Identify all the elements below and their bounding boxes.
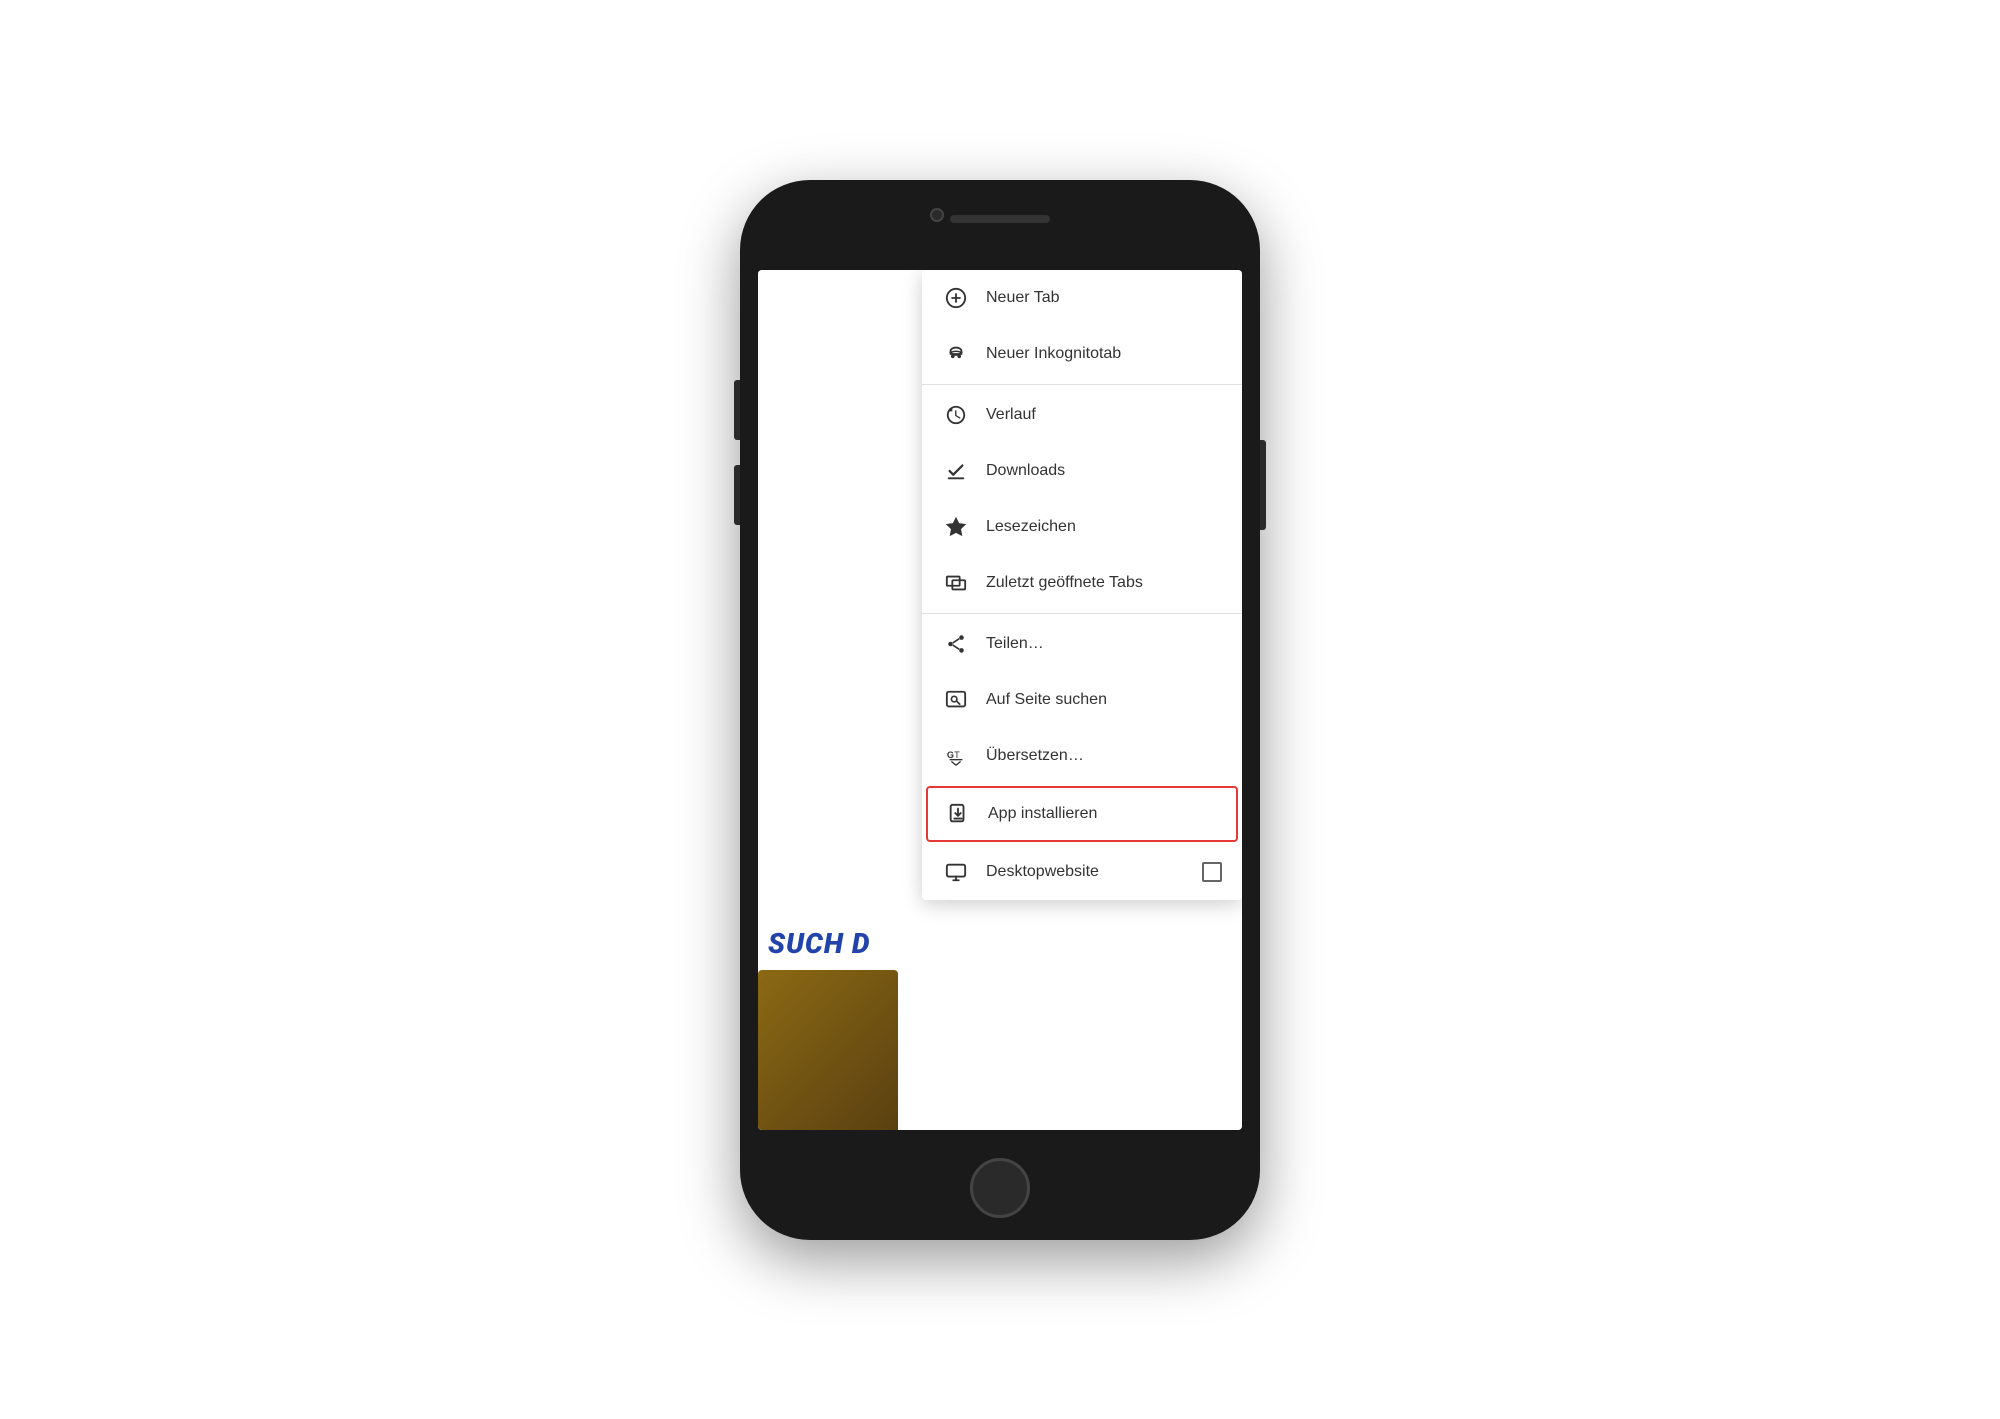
- new-tab-icon: [942, 284, 970, 312]
- translate-icon: G T: [942, 742, 970, 770]
- menu-item-zuletzt-geoeffnete-tabs[interactable]: Zuletzt geöffnete Tabs: [922, 555, 1242, 611]
- divider-2: [922, 613, 1242, 614]
- menu-label-lesezeichen: Lesezeichen: [986, 518, 1076, 536]
- downloads-icon: [942, 457, 970, 485]
- menu-item-verlauf[interactable]: Verlauf: [922, 387, 1242, 443]
- menu-item-downloads[interactable]: Downloads: [922, 443, 1242, 499]
- speaker: [950, 215, 1050, 223]
- camera: [930, 208, 944, 222]
- phone-screen: Noch Abente frei d Such D: [758, 270, 1242, 1130]
- recent-tabs-icon: [942, 569, 970, 597]
- home-button[interactable]: [970, 1158, 1030, 1218]
- page-bg-heading: Such D: [768, 927, 870, 960]
- install-app-icon: [944, 800, 972, 828]
- menu-label-neuer-inkognitotab: Neuer Inkognitotab: [986, 345, 1121, 363]
- menu-label-neuer-tab: Neuer Tab: [986, 289, 1060, 307]
- svg-text:T: T: [954, 749, 960, 759]
- svg-text:G: G: [947, 749, 954, 759]
- volume-up-button: [734, 380, 740, 440]
- menu-item-app-installieren[interactable]: App installieren: [926, 786, 1238, 842]
- page-bg-image: [758, 970, 898, 1130]
- desktopwebsite-checkbox[interactable]: [1202, 862, 1222, 882]
- bookmark-icon: [942, 513, 970, 541]
- desktop-icon: [942, 858, 970, 886]
- phone-scene: Noch Abente frei d Such D: [740, 180, 1260, 1240]
- menu-item-auf-seite-suchen[interactable]: Auf Seite suchen: [922, 672, 1242, 728]
- menu-item-teilen[interactable]: Teilen…: [922, 616, 1242, 672]
- volume-down-button: [734, 465, 740, 525]
- menu-label-desktopwebsite: Desktopwebsite: [986, 863, 1099, 881]
- find-icon: [942, 686, 970, 714]
- menu-item-neuer-tab[interactable]: Neuer Tab: [922, 270, 1242, 326]
- menu-label-app-installieren: App installieren: [988, 805, 1097, 823]
- phone-shell: Noch Abente frei d Such D: [740, 180, 1260, 1240]
- menu-label-uebersetzen: Übersetzen…: [986, 747, 1084, 765]
- menu-item-uebersetzen[interactable]: G T Übersetzen…: [922, 728, 1242, 784]
- share-icon: [942, 630, 970, 658]
- history-icon: [942, 401, 970, 429]
- menu-label-downloads: Downloads: [986, 462, 1065, 480]
- menu-item-neuer-inkognitotab[interactable]: Neuer Inkognitotab: [922, 326, 1242, 382]
- menu-item-lesezeichen[interactable]: Lesezeichen: [922, 499, 1242, 555]
- context-menu: Neuer Tab Neuer Inkognitotab: [922, 270, 1242, 900]
- power-button: [1260, 440, 1266, 530]
- menu-item-desktopwebsite[interactable]: Desktopwebsite: [922, 844, 1242, 900]
- menu-label-teilen: Teilen…: [986, 635, 1044, 653]
- menu-label-verlauf: Verlauf: [986, 406, 1036, 424]
- menu-label-zuletzt-geoeffnete-tabs: Zuletzt geöffnete Tabs: [986, 574, 1143, 592]
- incognito-icon: [942, 340, 970, 368]
- divider-1: [922, 384, 1242, 385]
- menu-label-auf-seite-suchen: Auf Seite suchen: [986, 691, 1107, 709]
